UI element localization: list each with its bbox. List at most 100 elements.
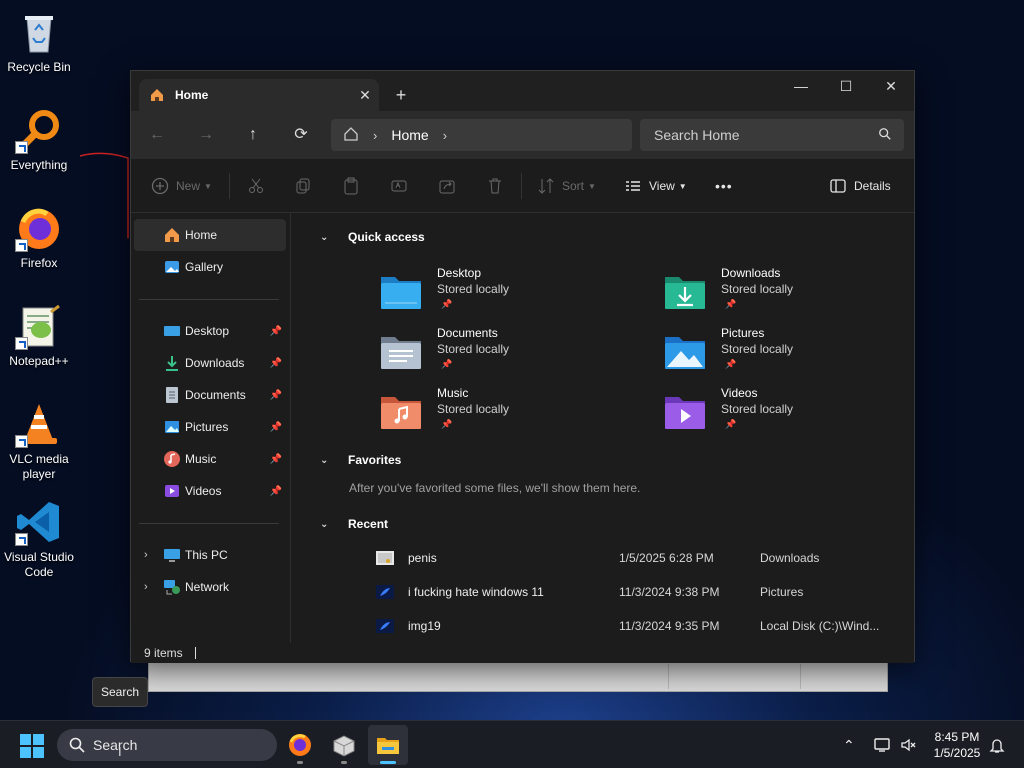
sidebar-item-downloads[interactable]: Downloads 📌	[134, 347, 286, 379]
quick-access-header[interactable]: ⌄ Quick access	[320, 230, 425, 244]
taskbar-search[interactable]: Search	[57, 729, 277, 761]
view-list-icon	[626, 181, 640, 191]
desktop-icon-firefox[interactable]: Firefox	[2, 204, 76, 271]
taskbar-file-explorer[interactable]	[368, 725, 408, 765]
document-icon	[163, 386, 181, 404]
quick-access-item-desktop[interactable]: Desktop Stored locally 📌	[379, 266, 639, 322]
network-status-icon[interactable]	[873, 721, 891, 768]
pictures-icon	[163, 418, 181, 436]
system-clock[interactable]: 8:45 PM 1/5/2025	[922, 729, 992, 761]
new-button[interactable]: New ▼	[151, 159, 212, 213]
download-arrow-icon	[163, 354, 181, 372]
favorites-header[interactable]: ⌄ Favorites	[320, 453, 401, 467]
videos-folder-icon	[663, 389, 707, 433]
notification-bell-icon[interactable]	[988, 721, 1006, 768]
chevron-right-icon[interactable]: ›	[144, 549, 148, 561]
pin-icon[interactable]: 📌	[270, 422, 282, 433]
video-icon	[163, 482, 181, 500]
desktop-icon-label: Firefox	[20, 256, 58, 270]
tab-home[interactable]: Home ✕	[139, 79, 379, 111]
volume-muted-icon[interactable]	[899, 721, 917, 768]
breadcrumb-home[interactable]: Home	[391, 127, 428, 143]
quick-access-item-pictures[interactable]: Pictures Stored locally 📌	[663, 326, 914, 382]
downloads-folder-icon	[663, 269, 707, 313]
close-button[interactable]: ✕	[868, 71, 914, 101]
pin-icon[interactable]: 📌	[270, 454, 282, 465]
pin-icon[interactable]: 📌	[270, 486, 282, 497]
rename-icon[interactable]	[390, 159, 408, 213]
sidebar-item-pictures[interactable]: Pictures 📌	[134, 411, 286, 443]
sidebar-item-this-pc[interactable]: › This PC	[134, 539, 286, 571]
pin-icon: 📌	[725, 419, 737, 429]
more-options-icon[interactable]: •••	[715, 159, 733, 213]
taskbar-firefox[interactable]	[280, 725, 320, 765]
refresh-icon[interactable]: ⟳	[287, 122, 315, 148]
details-button[interactable]: Details	[829, 159, 891, 213]
navigation-pane: Home Gallery Desktop 📌 Downloads 📌 Documen…	[131, 213, 291, 643]
app-box-icon	[333, 735, 355, 757]
breadcrumb[interactable]: › Home ›	[331, 119, 632, 151]
new-tab-button[interactable]: +	[389, 85, 413, 105]
delete-icon[interactable]	[486, 159, 504, 213]
taskbar-app[interactable]	[324, 725, 364, 765]
search-input[interactable]: Search Home	[640, 119, 904, 151]
recent-row[interactable]: penis 1/5/2025 6:28 PM Downloads	[376, 544, 906, 572]
cut-icon[interactable]	[247, 159, 265, 213]
paste-icon[interactable]	[342, 159, 360, 213]
desktop-icon-recycle-bin[interactable]: Recycle Bin	[2, 8, 76, 75]
quick-access-item-music[interactable]: Music Stored locally 📌	[379, 386, 639, 442]
home-icon	[343, 126, 359, 145]
quick-access-item-videos[interactable]: Videos Stored locally 📌	[663, 386, 914, 442]
desktop-icon-label: Recycle Bin	[7, 60, 71, 74]
show-hidden-icons-chevron-icon[interactable]: ⌃	[843, 721, 855, 768]
desktop-folder-icon	[163, 322, 181, 340]
pin-icon: 📌	[725, 359, 737, 369]
tab-close-button[interactable]: ✕	[351, 87, 379, 104]
sidebar-item-gallery[interactable]: Gallery	[134, 251, 286, 283]
back-arrow-icon[interactable]: ←	[143, 122, 171, 148]
quick-access-item-documents[interactable]: Documents Stored locally 📌	[379, 326, 639, 382]
chevron-down-icon: ⌄	[320, 518, 329, 530]
chevron-right-icon[interactable]: ›	[373, 128, 377, 143]
up-arrow-icon[interactable]: ↑	[239, 122, 267, 148]
recent-header[interactable]: ⌄ Recent	[320, 517, 388, 531]
search-tooltip: Search	[92, 677, 149, 707]
desktop-icon-everything[interactable]: Everything	[2, 106, 76, 173]
maximize-button[interactable]: ☐	[823, 71, 869, 101]
pin-icon[interactable]: 📌	[270, 390, 282, 401]
minimize-button[interactable]: —	[778, 71, 824, 101]
sidebar-item-documents[interactable]: Documents 📌	[134, 379, 286, 411]
desktop-icon-vlc[interactable]: VLC media player	[2, 400, 76, 482]
start-button[interactable]	[20, 734, 44, 758]
share-icon[interactable]	[438, 159, 456, 213]
sort-button[interactable]: Sort ▼	[537, 159, 596, 213]
forward-arrow-icon[interactable]: →	[192, 122, 220, 148]
plus-circle-icon	[151, 177, 169, 195]
pin-icon: 📌	[725, 299, 737, 309]
sidebar-item-network[interactable]: › Network	[134, 571, 286, 603]
details-pane-icon	[830, 179, 846, 193]
desktop-icon-notepad-plus-plus[interactable]: Notepad++	[2, 302, 76, 369]
sidebar-item-home[interactable]: Home	[134, 219, 286, 251]
recent-row[interactable]: img19 11/3/2024 9:35 PM Local Disk (C:)\…	[376, 612, 906, 640]
sidebar-item-videos[interactable]: Videos 📌	[134, 475, 286, 507]
sidebar-item-music[interactable]: Music 📌	[134, 443, 286, 475]
desktop-folder-icon	[379, 269, 423, 313]
recent-row[interactable]: i fucking hate windows 11 11/3/2024 9:38…	[376, 578, 906, 606]
recycle-bin-icon	[15, 8, 63, 56]
pin-icon[interactable]: 📌	[270, 358, 282, 369]
tab-title: Home	[175, 88, 209, 102]
desktop-icon-vscode[interactable]: Visual Studio Code	[2, 498, 76, 580]
chevron-right-icon[interactable]: ›	[443, 128, 447, 143]
copy-icon[interactable]	[294, 159, 312, 213]
chevron-right-icon[interactable]: ›	[144, 581, 148, 593]
text-cursor	[194, 647, 196, 659]
quick-access-item-downloads[interactable]: Downloads Stored locally 📌	[663, 266, 914, 322]
view-button[interactable]: View ▼	[624, 159, 687, 213]
notepad-plus-plus-icon	[15, 302, 63, 350]
documents-folder-icon	[379, 329, 423, 373]
pictures-folder-icon	[663, 329, 707, 373]
pin-icon[interactable]: 📌	[270, 326, 282, 337]
search-placeholder: Search Home	[654, 127, 740, 143]
sidebar-item-desktop[interactable]: Desktop 📌	[134, 315, 286, 347]
